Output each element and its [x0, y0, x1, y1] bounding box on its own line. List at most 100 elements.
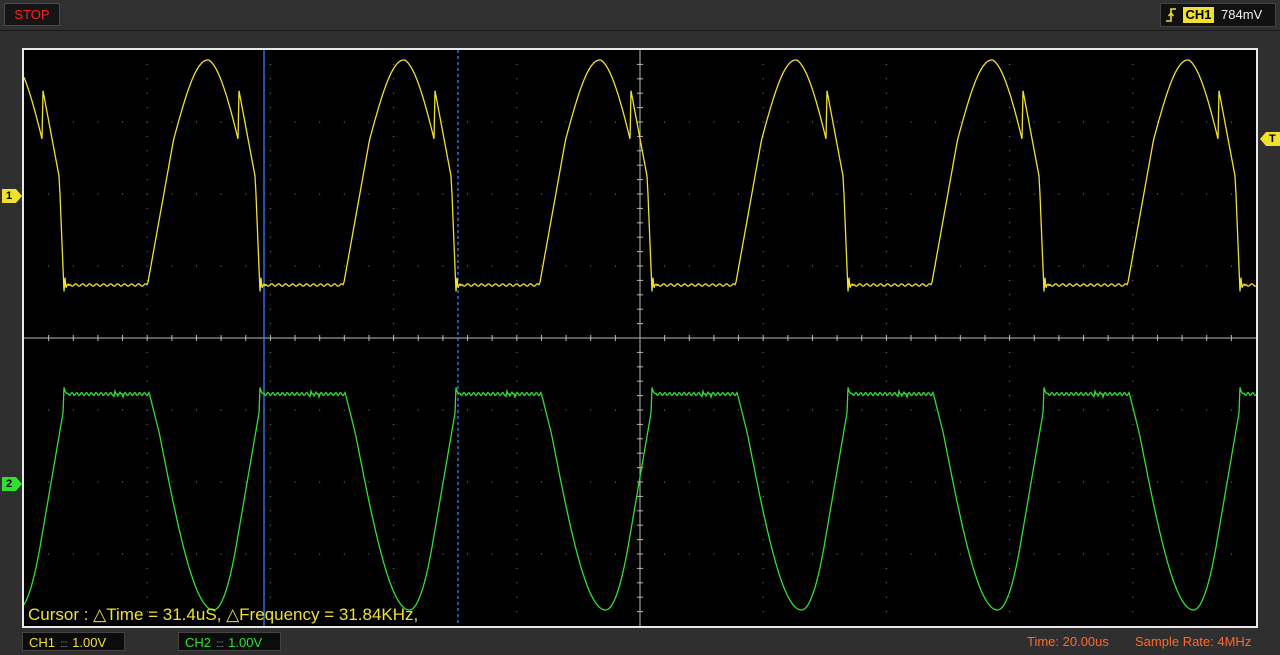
grid-dot — [269, 265, 271, 267]
grid-dot — [269, 92, 271, 94]
grid-dot — [1156, 193, 1158, 195]
grid-dot — [565, 121, 567, 123]
grid-dot — [294, 409, 296, 411]
ch1-scale: 1.00V — [72, 635, 107, 650]
grid-dot — [885, 409, 887, 411]
ch2-scale-box[interactable]: CH2:::: 1.00V — [178, 632, 281, 651]
grid-dot — [885, 611, 887, 613]
grid-dot — [393, 107, 395, 109]
grid-dot — [393, 524, 395, 526]
grid-dot — [122, 193, 124, 195]
grid-dot — [1009, 121, 1011, 123]
grid-dot — [1181, 193, 1183, 195]
grid-dot — [959, 265, 961, 267]
grid-dot — [984, 481, 986, 483]
grid-dot — [343, 193, 345, 195]
timebase-readout[interactable]: Time: 20.00us — [1027, 634, 1109, 650]
grid-dot — [516, 510, 518, 512]
grid-dot — [885, 366, 887, 368]
grid-dot — [516, 222, 518, 224]
grid-dot — [467, 265, 469, 267]
grid-dot — [319, 409, 321, 411]
rising-edge-icon — [1166, 8, 1176, 22]
grid-dot — [811, 553, 813, 555]
grid-dot — [146, 164, 148, 166]
grid-dot — [1107, 481, 1109, 483]
grid-dot — [195, 265, 197, 267]
grid-dot — [393, 351, 395, 353]
trigger-settings[interactable]: CH1 784mV — [1160, 3, 1276, 27]
grid-dot — [713, 553, 715, 555]
grid-dot — [269, 596, 271, 598]
grid-dot — [417, 481, 419, 483]
grid-dot — [1009, 222, 1011, 224]
grid-dot — [885, 308, 887, 310]
grid-dot — [195, 121, 197, 123]
grid-dot — [516, 553, 518, 555]
grid-dot — [393, 510, 395, 512]
waveform-display[interactable] — [24, 50, 1256, 626]
grid-dot — [910, 553, 912, 555]
grid-dot — [836, 193, 838, 195]
grid-dot — [368, 193, 370, 195]
grid-dot — [1132, 495, 1134, 497]
grid-dot — [245, 265, 247, 267]
grid-dot — [393, 308, 395, 310]
ch1-position-marker[interactable]: 1 — [2, 189, 22, 203]
trigger-level-marker[interactable]: T — [1260, 132, 1280, 146]
grid-dot — [861, 265, 863, 267]
grid-dot — [393, 179, 395, 181]
grid-dot — [1033, 481, 1035, 483]
grid-dot — [762, 164, 764, 166]
grid-dot — [1009, 611, 1011, 613]
grid-dot — [146, 539, 148, 541]
grid-dot — [762, 323, 764, 325]
grid-dot — [393, 207, 395, 209]
grid-dot — [195, 193, 197, 195]
grid-dot — [1230, 409, 1232, 411]
grid-dot — [1132, 236, 1134, 238]
grid-dot — [97, 481, 99, 483]
grid-dot — [1181, 553, 1183, 555]
grid-dot — [442, 265, 444, 267]
grid-dot — [1009, 495, 1011, 497]
grid-dot — [762, 193, 764, 195]
grid-dot — [516, 251, 518, 253]
grid-dot — [614, 481, 616, 483]
grid-dot — [516, 164, 518, 166]
run-stop-button[interactable]: STOP — [4, 3, 60, 26]
grid-dot — [1009, 510, 1011, 512]
grid-dot — [1132, 92, 1134, 94]
grid-dot — [1009, 107, 1011, 109]
grid-dot — [861, 193, 863, 195]
grid-dot — [885, 452, 887, 454]
grid-dot — [146, 179, 148, 181]
grid-dot — [885, 438, 887, 440]
grid-dot — [1132, 567, 1134, 569]
grid-dot — [467, 409, 469, 411]
grid-dot — [146, 63, 148, 65]
grid-dot — [787, 121, 789, 123]
grid-dot — [269, 467, 271, 469]
grid-dot — [565, 265, 567, 267]
grid-dot — [688, 121, 690, 123]
grid-dot — [1009, 380, 1011, 382]
grid-dot — [516, 265, 518, 267]
grid-dot — [885, 323, 887, 325]
grid-dot — [368, 481, 370, 483]
grid-dot — [319, 553, 321, 555]
grid-dot — [146, 222, 148, 224]
grid-dot — [516, 438, 518, 440]
grid-dot — [1132, 366, 1134, 368]
grid-dot — [713, 121, 715, 123]
grid-dot — [1132, 380, 1134, 382]
grid-dot — [146, 207, 148, 209]
grid-dot — [146, 92, 148, 94]
grid-dot — [614, 553, 616, 555]
grid-dot — [245, 481, 247, 483]
grid-dot — [959, 481, 961, 483]
ch2-position-marker[interactable]: 2 — [2, 477, 22, 491]
grid-dot — [195, 553, 197, 555]
grid-dot — [1132, 438, 1134, 440]
ch1-scale-box[interactable]: CH1:::: 1.00V — [22, 632, 125, 651]
